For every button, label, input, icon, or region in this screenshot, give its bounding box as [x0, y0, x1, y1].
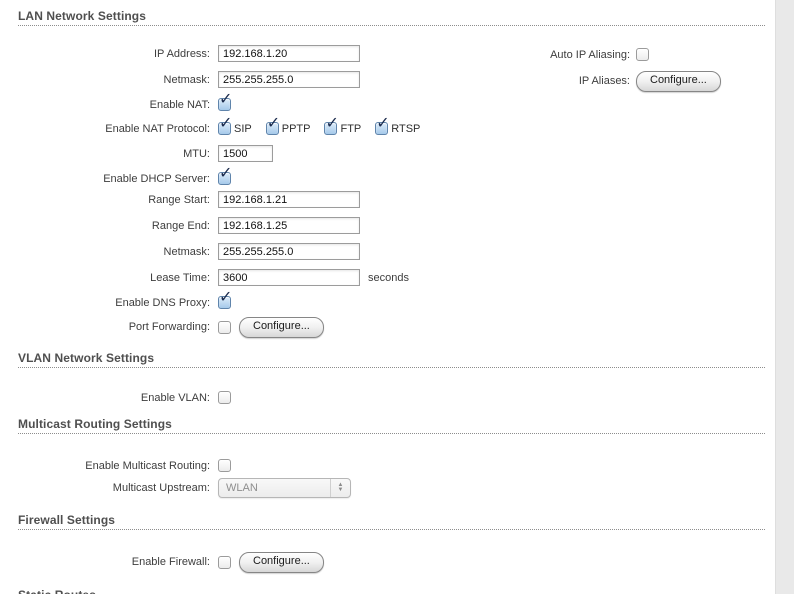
- enable-dhcp-label: Enable DHCP Server:: [0, 173, 210, 185]
- dhcp-netmask-input[interactable]: [218, 243, 360, 260]
- ip-aliases-label: IP Aliases:: [400, 75, 630, 87]
- nat-protocol-sip: ✓ SIP: [218, 122, 252, 135]
- static-routes-section-title: Static Routes: [18, 588, 96, 594]
- enable-vlan-checkbox[interactable]: ✓: [218, 391, 231, 404]
- nat-protocol-ftp: ✓ FTP: [324, 122, 361, 135]
- check-icon: ✓: [267, 116, 280, 132]
- enable-multicast-checkbox[interactable]: ✓: [218, 459, 231, 472]
- enable-vlan-row: Enable VLAN: ✓: [0, 389, 231, 406]
- select-stepper-icon: ▲ ▼: [330, 479, 350, 497]
- check-icon: ✓: [219, 116, 232, 132]
- netmask-label: Netmask:: [0, 74, 210, 86]
- enable-multicast-row: Enable Multicast Routing: ✓: [0, 457, 231, 474]
- enable-multicast-label: Enable Multicast Routing:: [0, 460, 210, 472]
- netmask-row: Netmask:: [0, 71, 360, 88]
- static-routes-section-header: Static Routes: [18, 588, 765, 594]
- enable-nat-row: Enable NAT: ✓: [0, 96, 231, 113]
- range-start-label: Range Start:: [0, 194, 210, 206]
- lease-time-input[interactable]: [218, 269, 360, 286]
- multicast-upstream-label: Multicast Upstream:: [0, 482, 210, 494]
- lease-time-label: Lease Time:: [0, 272, 210, 284]
- scrollbar-track[interactable]: [775, 0, 794, 594]
- enable-firewall-row: Enable Firewall: ✓ Configure...: [0, 552, 324, 572]
- auto-ip-aliasing-label: Auto IP Aliasing:: [400, 49, 630, 61]
- enable-dhcp-checkbox[interactable]: ✓: [218, 172, 231, 185]
- lease-time-row: Lease Time: seconds: [0, 269, 409, 286]
- rtsp-checkbox[interactable]: ✓: [375, 122, 388, 135]
- dns-proxy-checkbox[interactable]: ✓: [218, 296, 231, 309]
- mtu-input[interactable]: [218, 145, 273, 162]
- lan-section-header: LAN Network Settings: [18, 9, 765, 26]
- auto-ip-aliasing-row: Auto IP Aliasing: ✓: [400, 46, 649, 63]
- dns-proxy-label: Enable DNS Proxy:: [0, 297, 210, 309]
- nat-protocol-group: ✓ SIP ✓ PPTP ✓ FTP ✓ RTSP: [210, 122, 420, 135]
- multicast-section-header: Multicast Routing Settings: [18, 417, 765, 434]
- multicast-upstream-row: Multicast Upstream: WLAN ▲ ▼: [0, 478, 351, 498]
- pptp-checkbox[interactable]: ✓: [266, 122, 279, 135]
- rtsp-label: RTSP: [391, 123, 420, 135]
- dhcp-netmask-row: Netmask:: [0, 243, 360, 260]
- mtu-label: MTU:: [0, 148, 210, 160]
- stepper-down-icon: ▼: [338, 488, 344, 493]
- netmask-input[interactable]: [218, 71, 360, 88]
- port-forwarding-label: Port Forwarding:: [0, 321, 210, 333]
- enable-vlan-label: Enable VLAN:: [0, 392, 210, 404]
- enable-firewall-checkbox[interactable]: ✓: [218, 556, 231, 569]
- port-forwarding-checkbox[interactable]: ✓: [218, 321, 231, 334]
- ip-aliases-row: IP Aliases: Configure...: [400, 71, 721, 91]
- check-icon: ✓: [219, 92, 232, 108]
- auto-ip-aliasing-checkbox[interactable]: ✓: [636, 48, 649, 61]
- lan-section-title: LAN Network Settings: [18, 9, 146, 23]
- enable-firewall-label: Enable Firewall:: [0, 556, 210, 568]
- dns-proxy-row: Enable DNS Proxy: ✓: [0, 294, 231, 311]
- multicast-upstream-select[interactable]: WLAN ▲ ▼: [218, 478, 351, 498]
- port-forwarding-configure-button[interactable]: Configure...: [239, 317, 324, 338]
- vlan-section-header: VLAN Network Settings: [18, 351, 765, 368]
- nat-protocol-rtsp: ✓ RTSP: [375, 122, 420, 135]
- ip-address-label: IP Address:: [0, 48, 210, 60]
- enable-nat-checkbox[interactable]: ✓: [218, 98, 231, 111]
- ftp-label: FTP: [340, 123, 361, 135]
- range-start-row: Range Start:: [0, 191, 360, 208]
- port-forwarding-row: Port Forwarding: ✓ Configure...: [0, 317, 324, 337]
- ftp-checkbox[interactable]: ✓: [324, 122, 337, 135]
- ip-address-input[interactable]: [218, 45, 360, 62]
- sip-checkbox[interactable]: ✓: [218, 122, 231, 135]
- enable-dhcp-row: Enable DHCP Server: ✓: [0, 170, 231, 187]
- nat-protocol-label: Enable NAT Protocol:: [0, 123, 210, 135]
- range-end-row: Range End:: [0, 217, 360, 234]
- enable-nat-label: Enable NAT:: [0, 99, 210, 111]
- firewall-configure-button[interactable]: Configure...: [239, 552, 324, 573]
- network-settings-page: LAN Network Settings IP Address: Netmask…: [0, 0, 794, 594]
- check-icon: ✓: [325, 116, 338, 132]
- range-end-label: Range End:: [0, 220, 210, 232]
- check-icon: ✓: [376, 116, 389, 132]
- nat-protocol-pptp: ✓ PPTP: [266, 122, 311, 135]
- range-start-input[interactable]: [218, 191, 360, 208]
- ip-aliases-configure-button[interactable]: Configure...: [636, 71, 721, 92]
- ip-address-row: IP Address:: [0, 45, 360, 62]
- multicast-section-title: Multicast Routing Settings: [18, 417, 172, 431]
- firewall-section-header: Firewall Settings: [18, 513, 765, 530]
- nat-protocol-row: Enable NAT Protocol: ✓ SIP ✓ PPTP ✓ FTP …: [0, 120, 420, 137]
- multicast-upstream-value: WLAN: [226, 482, 258, 494]
- check-icon: ✓: [219, 290, 232, 306]
- vlan-section-title: VLAN Network Settings: [18, 351, 154, 365]
- range-end-input[interactable]: [218, 217, 360, 234]
- mtu-row: MTU:: [0, 145, 273, 162]
- check-icon: ✓: [219, 166, 232, 182]
- lease-time-unit: seconds: [368, 272, 409, 284]
- sip-label: SIP: [234, 123, 252, 135]
- dhcp-netmask-label: Netmask:: [0, 246, 210, 258]
- firewall-section-title: Firewall Settings: [18, 513, 115, 527]
- pptp-label: PPTP: [282, 123, 311, 135]
